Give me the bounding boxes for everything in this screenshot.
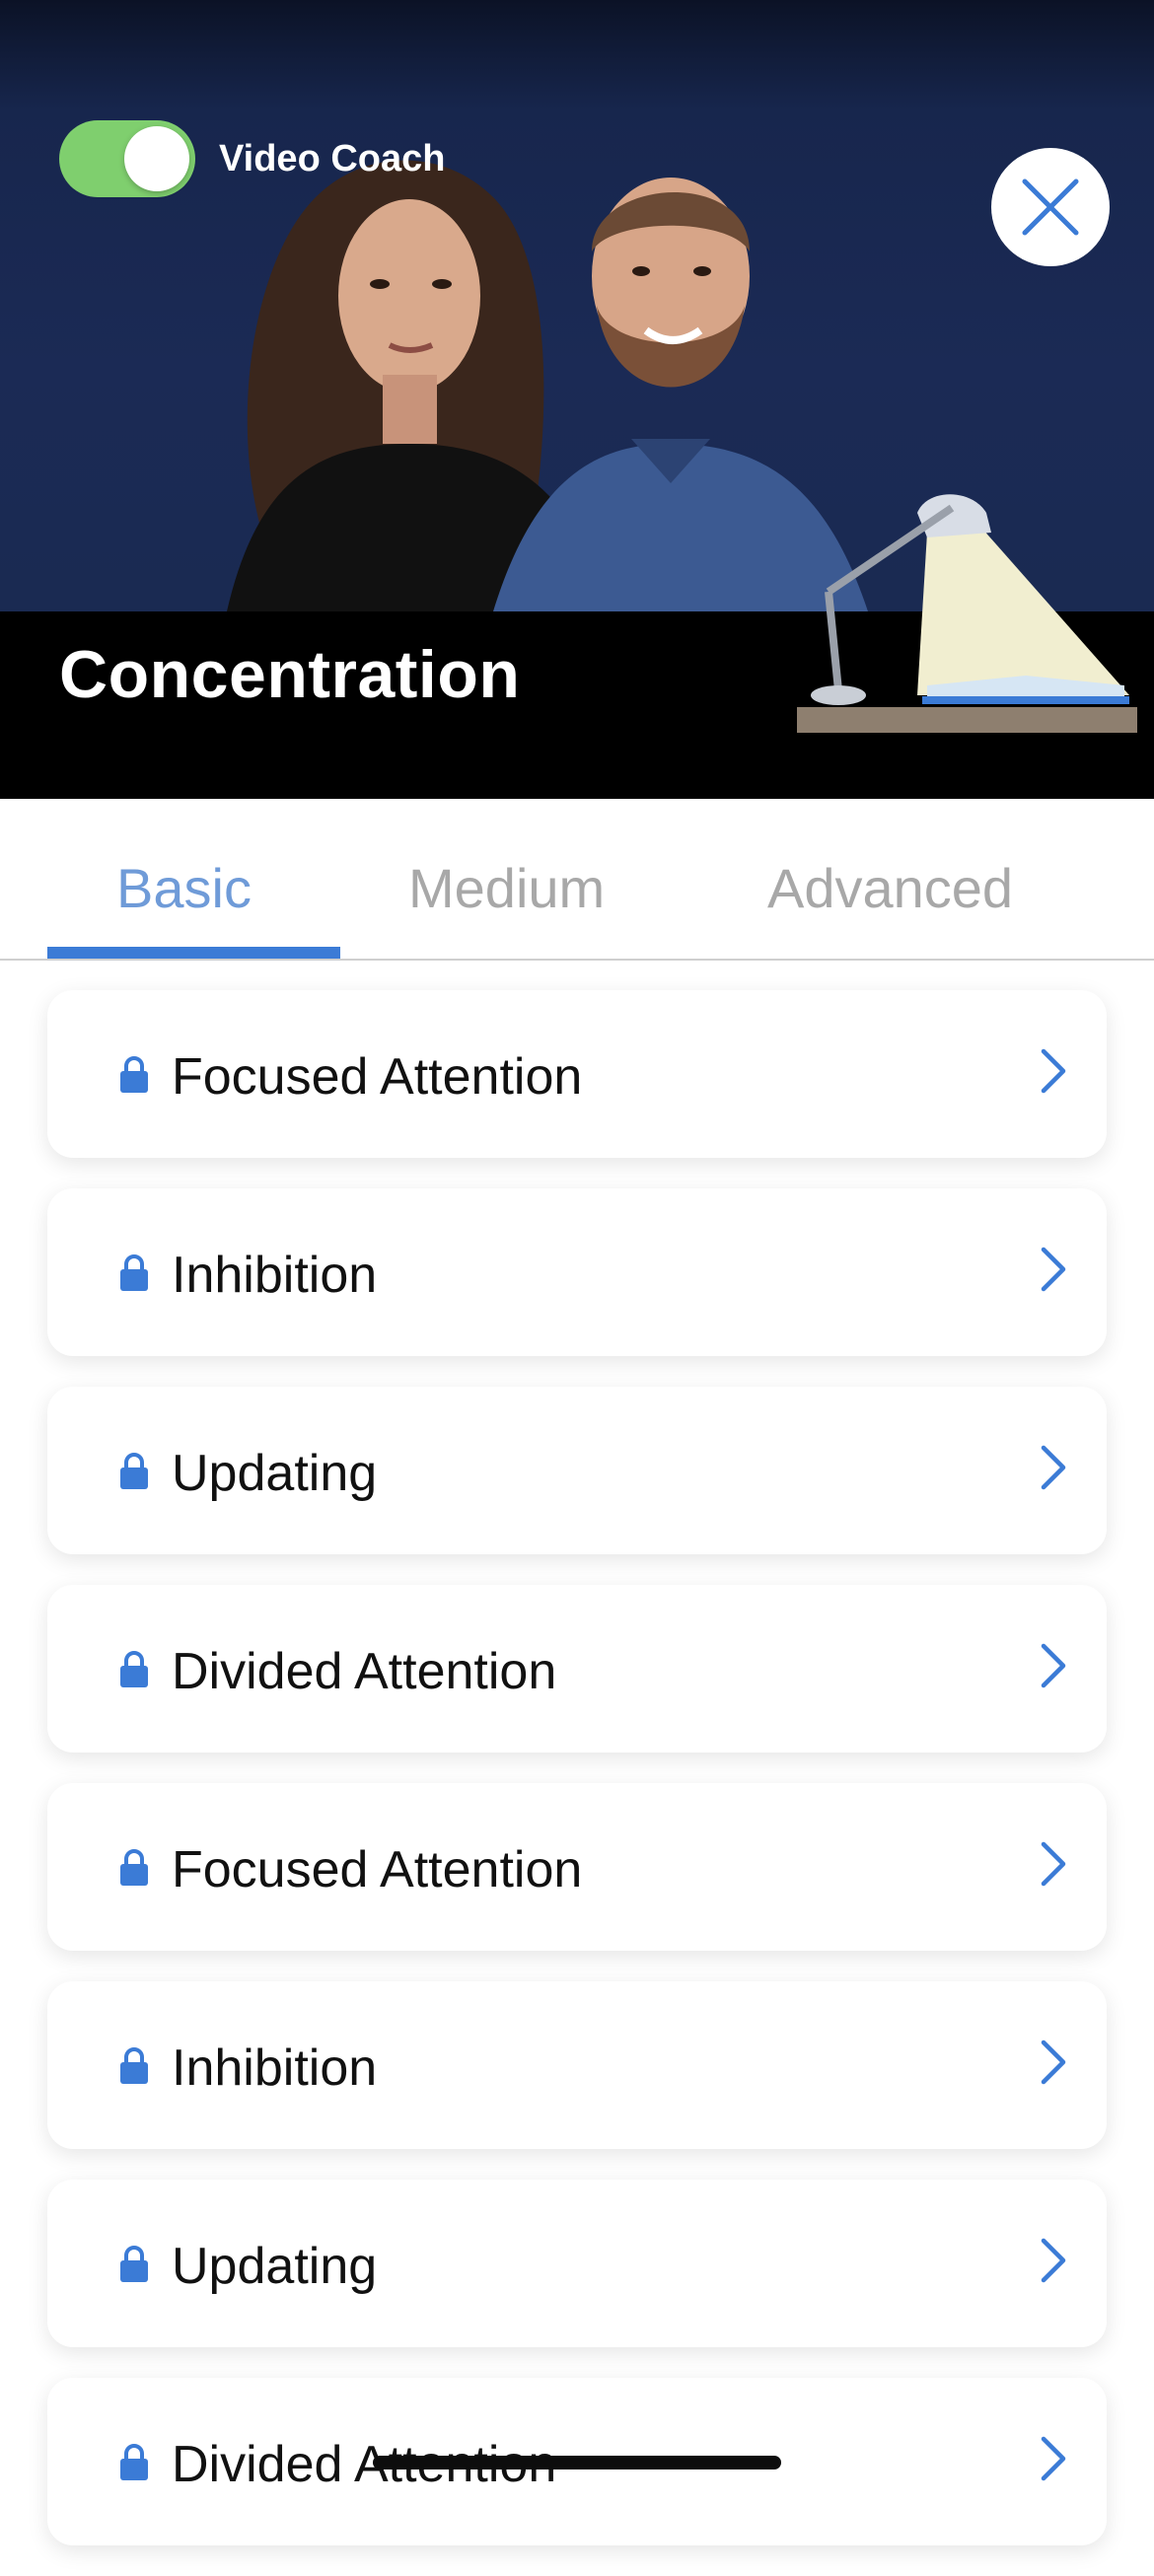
lock-icon	[120, 2047, 148, 2084]
chevron-right-icon	[1041, 1247, 1066, 1292]
lock-icon	[120, 2246, 148, 2282]
list-item-label: Focused Attention	[172, 1841, 583, 1898]
list-item[interactable]: Updating	[47, 2180, 1107, 2347]
lock-icon	[120, 1254, 148, 1291]
chevron-right-icon	[1041, 2436, 1066, 2481]
chevron-right-icon	[1041, 1445, 1066, 1490]
list-item-label: Updating	[172, 1445, 378, 1502]
list-item[interactable]: Updating	[47, 1387, 1107, 1554]
chevron-right-icon	[1041, 1048, 1066, 1094]
list-item-label: Inhibition	[172, 1247, 378, 1304]
lock-icon	[120, 2444, 148, 2480]
list-item-label: Inhibition	[172, 2039, 378, 2097]
lock-icon	[120, 1056, 148, 1093]
list-item[interactable]: Inhibition	[47, 1188, 1107, 1356]
close-icon	[1022, 179, 1079, 236]
lock-icon	[120, 1849, 148, 1886]
tab-advanced[interactable]: Advanced	[767, 856, 1013, 920]
active-tab-indicator	[47, 947, 340, 959]
lock-icon	[120, 1651, 148, 1687]
chevron-right-icon	[1041, 1841, 1066, 1887]
level-tabs: Basic Medium Advanced	[0, 799, 1154, 961]
list-item[interactable]: Focused Attention	[47, 1783, 1107, 1951]
chevron-right-icon	[1041, 1643, 1066, 1688]
list-item[interactable]: Divided Attention	[47, 1585, 1107, 1753]
video-coach-label: Video Coach	[219, 138, 446, 179]
tab-basic[interactable]: Basic	[116, 856, 252, 920]
chevron-right-icon	[1041, 2238, 1066, 2283]
chevron-right-icon	[1041, 2039, 1066, 2085]
list-item-label: Updating	[172, 2238, 378, 2295]
lock-icon	[120, 1453, 148, 1489]
list-item[interactable]: Focused Attention	[47, 990, 1107, 1158]
close-button[interactable]	[991, 148, 1110, 266]
toggle-knob	[124, 126, 189, 191]
home-indicator[interactable]	[373, 2456, 781, 2469]
lamp-illustration	[797, 494, 1137, 733]
video-coach-toggle[interactable]	[59, 120, 195, 197]
exercise-list: Focused Attention Inhibition Updating Di…	[47, 990, 1107, 2576]
page-title: Concentration	[59, 637, 521, 712]
tab-medium[interactable]: Medium	[408, 856, 605, 920]
list-item-label: Divided Attention	[172, 1643, 557, 1700]
list-item-label: Focused Attention	[172, 1048, 583, 1106]
list-item[interactable]: Inhibition	[47, 1981, 1107, 2149]
